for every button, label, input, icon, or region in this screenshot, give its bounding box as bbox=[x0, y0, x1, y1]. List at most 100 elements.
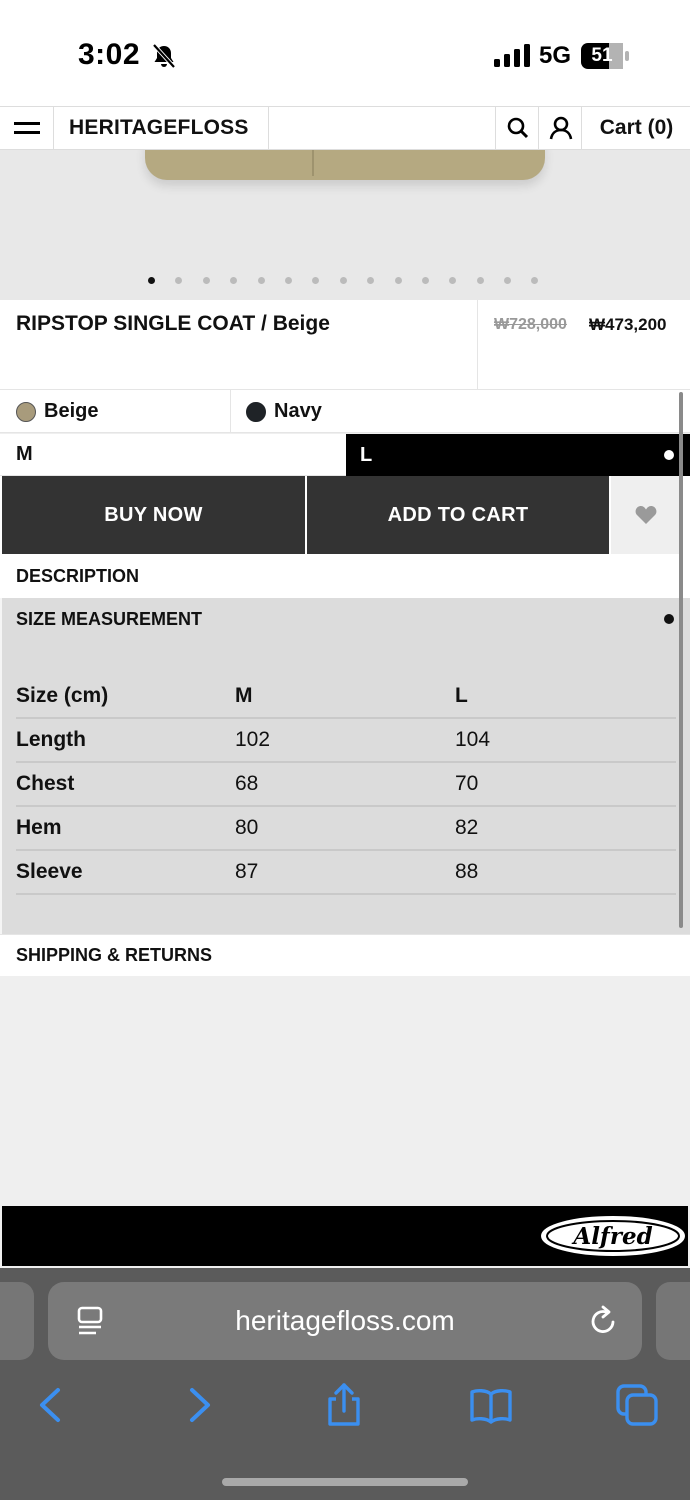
back-icon[interactable] bbox=[28, 1382, 74, 1428]
table-row: Sleeve 87 88 bbox=[16, 850, 676, 895]
share-icon[interactable] bbox=[321, 1382, 367, 1428]
size-options: M L bbox=[0, 434, 690, 476]
table-header-cell: L bbox=[455, 674, 676, 719]
gallery-dot[interactable] bbox=[531, 277, 558, 284]
color-option-beige[interactable]: Beige bbox=[16, 390, 98, 433]
gallery-dot[interactable] bbox=[421, 277, 449, 284]
account-button[interactable] bbox=[540, 107, 582, 149]
color-label: Navy bbox=[274, 400, 322, 422]
tabs-icon[interactable] bbox=[614, 1382, 660, 1428]
page-scrollbar[interactable] bbox=[679, 392, 683, 928]
size-option-m[interactable]: M bbox=[0, 434, 346, 476]
table-cell: 70 bbox=[455, 762, 676, 807]
product-image bbox=[145, 150, 545, 180]
gallery-pagination bbox=[148, 277, 559, 284]
color-option-navy[interactable]: Navy bbox=[246, 390, 322, 433]
alfred-logo-icon[interactable]: Alfred bbox=[540, 1214, 686, 1258]
menu-button[interactable] bbox=[0, 107, 54, 149]
table-row: Length 102 104 bbox=[16, 718, 676, 763]
cart-link[interactable]: Cart (0) bbox=[583, 107, 690, 149]
heart-icon bbox=[635, 506, 656, 524]
expanded-indicator-icon bbox=[664, 614, 674, 624]
divider bbox=[230, 390, 231, 433]
size-label: L bbox=[360, 443, 373, 466]
gallery-dot[interactable] bbox=[394, 277, 422, 284]
hamburger-icon bbox=[13, 122, 40, 134]
search-button[interactable] bbox=[497, 107, 539, 149]
original-price: ₩728,000 bbox=[494, 316, 567, 333]
gallery-dot[interactable] bbox=[175, 277, 202, 284]
gallery-dot[interactable] bbox=[284, 277, 312, 284]
next-tab-preview[interactable] bbox=[656, 1282, 690, 1360]
beige-swatch-icon bbox=[16, 401, 36, 422]
navy-swatch-icon bbox=[246, 401, 266, 422]
url-text: heritagefloss.com bbox=[235, 1305, 455, 1336]
cellular-signal-icon bbox=[494, 44, 530, 67]
table-cell: 87 bbox=[235, 850, 455, 895]
table-cell: Sleeve bbox=[16, 850, 235, 895]
alfred-logo-text: Alfred bbox=[571, 1223, 652, 1250]
gallery-dot[interactable] bbox=[339, 277, 367, 284]
product-info: RIPSTOP SINGLE COAT / Beige ₩728,000 ₩47… bbox=[0, 300, 690, 390]
table-header-cell: Size (cm) bbox=[16, 674, 235, 719]
forward-icon[interactable] bbox=[176, 1382, 222, 1428]
home-indicator[interactable] bbox=[222, 1478, 468, 1486]
footer-bar: Alfred bbox=[2, 1206, 688, 1266]
selected-indicator-icon bbox=[664, 450, 674, 460]
table-cell: Length bbox=[16, 718, 235, 763]
table-cell: Chest bbox=[16, 762, 235, 807]
size-option-l-selected[interactable]: L bbox=[346, 434, 690, 476]
sale-price: ₩473,200 bbox=[589, 315, 667, 334]
gallery-dot[interactable] bbox=[367, 277, 394, 284]
battery-icon: 51 bbox=[581, 43, 629, 69]
gallery-dot[interactable] bbox=[202, 277, 230, 284]
table-row: Chest 68 70 bbox=[16, 762, 676, 807]
size-table: Size (cm) M L Length 102 104 Chest 68 70… bbox=[16, 674, 676, 895]
gallery-dot[interactable] bbox=[257, 277, 285, 284]
description-accordion[interactable]: DESCRIPTION bbox=[0, 554, 690, 598]
table-cell: 80 bbox=[235, 806, 455, 851]
gallery-dot[interactable] bbox=[148, 277, 175, 284]
gallery-dot[interactable] bbox=[230, 277, 257, 284]
bookmarks-icon[interactable] bbox=[468, 1382, 514, 1428]
color-options: Beige Navy bbox=[0, 390, 690, 433]
action-buttons: BUY NOW ADD TO CART bbox=[0, 476, 690, 554]
table-cell: 68 bbox=[235, 762, 455, 807]
brand-logo-link[interactable]: HERITAGEFLOSS bbox=[54, 107, 269, 149]
table-cell: 82 bbox=[455, 806, 676, 851]
shipping-returns-accordion[interactable]: SHIPPING & RETURNS bbox=[0, 934, 690, 976]
network-type: 5G bbox=[539, 42, 572, 69]
size-measurement-header[interactable]: SIZE MEASUREMENT bbox=[16, 609, 202, 630]
gallery-dot[interactable] bbox=[449, 277, 476, 284]
wishlist-button[interactable] bbox=[611, 476, 680, 554]
product-title: RIPSTOP SINGLE COAT / Beige bbox=[16, 312, 330, 335]
gallery-dot[interactable] bbox=[312, 277, 339, 284]
product-image-gallery[interactable] bbox=[0, 150, 690, 300]
bell-muted-icon bbox=[152, 43, 176, 69]
buy-now-button[interactable]: BUY NOW bbox=[2, 476, 305, 554]
previous-tab-preview[interactable] bbox=[0, 1282, 34, 1360]
gallery-dot[interactable] bbox=[476, 277, 504, 284]
browser-toolbar: heritagefloss.com bbox=[0, 1268, 690, 1500]
table-header-cell: M bbox=[235, 674, 455, 719]
user-icon bbox=[549, 116, 572, 140]
table-header-row: Size (cm) M L bbox=[16, 674, 676, 719]
product-image-seam bbox=[312, 150, 314, 176]
gallery-dot[interactable] bbox=[504, 277, 531, 284]
table-cell: 102 bbox=[235, 718, 455, 763]
site-header: HERITAGEFLOSS Cart (0) bbox=[0, 106, 690, 150]
price-box: ₩728,000 ₩473,200 bbox=[477, 300, 690, 390]
reload-icon[interactable] bbox=[586, 1304, 620, 1338]
header-spacer bbox=[270, 107, 496, 149]
status-time: 3:02 bbox=[78, 38, 141, 71]
table-cell: 88 bbox=[455, 850, 676, 895]
status-bar: 3:02 5G 51 bbox=[0, 0, 690, 106]
table-cell: Hem bbox=[16, 806, 235, 851]
size-measurement-accordion: SIZE MEASUREMENT Size (cm) M L Length 10… bbox=[0, 598, 690, 934]
table-row: Hem 80 82 bbox=[16, 806, 676, 851]
table-cell: 104 bbox=[455, 718, 676, 763]
address-bar[interactable]: heritagefloss.com bbox=[48, 1282, 642, 1360]
add-to-cart-button[interactable]: ADD TO CART bbox=[307, 476, 609, 554]
search-icon bbox=[507, 117, 528, 139]
color-label: Beige bbox=[44, 400, 99, 422]
